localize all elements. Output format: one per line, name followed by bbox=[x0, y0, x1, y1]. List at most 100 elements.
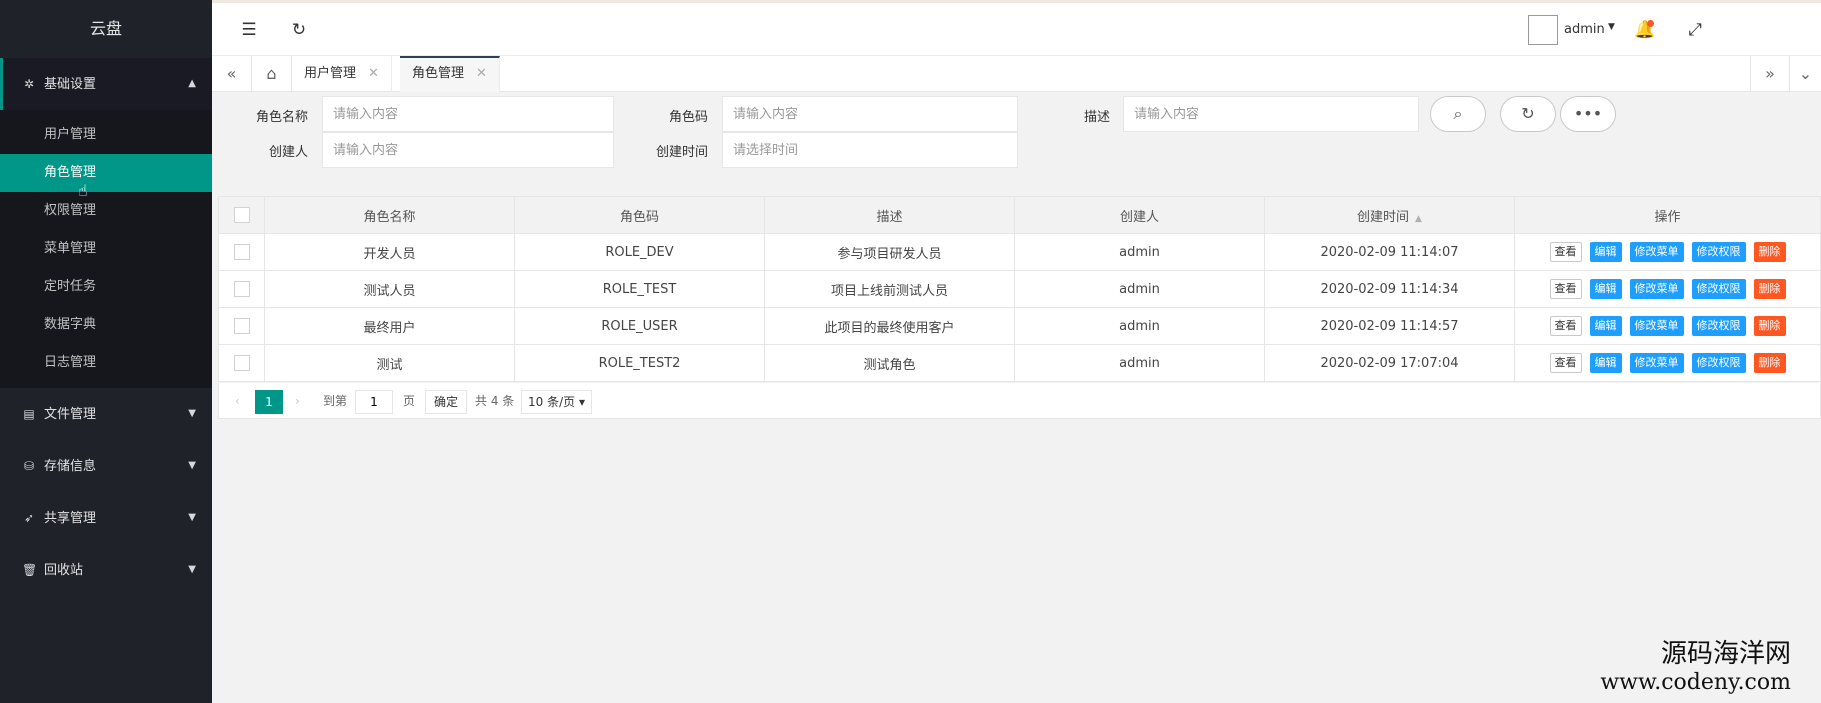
cell-creator: admin bbox=[1014, 344, 1265, 382]
edit-permission-button[interactable]: 修改权限 bbox=[1691, 316, 1746, 336]
prev-page-icon[interactable]: ‹ bbox=[235, 390, 240, 414]
row-checkbox[interactable] bbox=[233, 244, 250, 260]
edit-permission-button[interactable]: 修改权限 bbox=[1691, 242, 1746, 262]
desc-input[interactable] bbox=[1123, 96, 1419, 132]
menu-group-recycle[interactable]: 🗑 回收站 ▼ bbox=[0, 544, 212, 596]
trash-icon: 🗑 bbox=[22, 563, 38, 577]
close-icon[interactable]: ✕ bbox=[476, 66, 487, 81]
menu-group-share[interactable]: ➶ 共享管理 ▼ bbox=[0, 492, 212, 544]
edit-permission-button[interactable]: 修改权限 bbox=[1691, 353, 1746, 373]
role-name-label: 角色名称 bbox=[255, 110, 308, 125]
more-button[interactable]: ••• bbox=[1560, 96, 1616, 132]
row-checkbox-cell bbox=[218, 344, 265, 382]
close-icon[interactable]: ✕ bbox=[368, 66, 379, 81]
tabs-bar: « ⌂ 用户管理 ✕ 角色管理 ✕ » ⌄ bbox=[212, 56, 1821, 92]
tab-roles[interactable]: 角色管理 ✕ bbox=[400, 56, 500, 92]
row-checkbox-cell bbox=[218, 307, 265, 345]
cell-role-name: 测试 bbox=[264, 344, 515, 382]
cell-created-time: 2020-02-09 17:07:04 bbox=[1264, 344, 1515, 382]
chevron-down-icon[interactable]: ⌄ bbox=[1790, 56, 1821, 92]
edit-menu-button[interactable]: 修改菜单 bbox=[1629, 242, 1684, 262]
bell-icon[interactable]: 🔔 bbox=[1632, 17, 1658, 43]
sidebar-item-users[interactable]: 用户管理 bbox=[0, 116, 212, 154]
sidebar-item-dictionary[interactable]: 数据字典 bbox=[0, 306, 212, 344]
sidebar-item-logs[interactable]: 日志管理 bbox=[0, 344, 212, 382]
user-name[interactable]: admin bbox=[1564, 22, 1605, 37]
sidebar-item-scheduled-tasks[interactable]: 定时任务 bbox=[0, 268, 212, 306]
tab-label: 角色管理 bbox=[412, 66, 465, 81]
search-button[interactable]: ⌕ bbox=[1430, 96, 1486, 132]
edit-menu-button[interactable]: 修改菜单 bbox=[1629, 353, 1684, 373]
confirm-page-button[interactable]: 确定 bbox=[425, 390, 468, 414]
menu-group-storage[interactable]: ⛁ 存储信息 ▼ bbox=[0, 440, 212, 492]
watermark-url: www.codeny.com bbox=[1600, 670, 1791, 695]
col-description: 描述 bbox=[764, 196, 1015, 234]
avatar[interactable] bbox=[1528, 15, 1558, 45]
edit-button[interactable]: 编辑 bbox=[1589, 242, 1622, 262]
table-row: 测试 ROLE_TEST2 测试角色 admin 2020-02-09 17:07:04… bbox=[218, 344, 1821, 382]
cell-creator: admin bbox=[1014, 233, 1265, 271]
delete-button[interactable]: 删除 bbox=[1753, 242, 1786, 262]
cell-role-code: ROLE_USER bbox=[514, 307, 765, 345]
menu-group-files[interactable]: ▤ 文件管理 ▼ bbox=[0, 388, 212, 440]
select-all-checkbox[interactable] bbox=[233, 207, 250, 223]
page-unit-label: 页 bbox=[403, 394, 416, 408]
edit-menu-button[interactable]: 修改菜单 bbox=[1629, 316, 1684, 336]
view-button[interactable]: 查看 bbox=[1549, 242, 1582, 262]
page-1-button[interactable]: 1 bbox=[255, 390, 283, 414]
gear-icon: ✲ bbox=[23, 77, 35, 91]
goto-page-input[interactable] bbox=[355, 390, 393, 414]
view-button[interactable]: 查看 bbox=[1549, 353, 1582, 373]
edit-permission-button[interactable]: 修改权限 bbox=[1691, 279, 1746, 299]
refresh-icon: ↻ bbox=[1521, 104, 1535, 123]
sidebar-item-roles[interactable]: 角色管理 ☝ bbox=[0, 154, 212, 200]
reset-button[interactable]: ↻ bbox=[1500, 96, 1556, 132]
home-icon[interactable]: ⌂ bbox=[252, 56, 292, 92]
caret-down-icon[interactable]: ▼ bbox=[1608, 22, 1615, 32]
sidebar-item-menus[interactable]: 菜单管理 bbox=[0, 230, 212, 268]
view-button[interactable]: 查看 bbox=[1549, 279, 1582, 299]
cell-created-time: 2020-02-09 11:14:07 bbox=[1264, 233, 1515, 271]
edit-button[interactable]: 编辑 bbox=[1589, 316, 1622, 336]
storage-icon: ⛁ bbox=[23, 459, 35, 473]
next-page-icon[interactable]: › bbox=[295, 390, 300, 414]
creator-input[interactable] bbox=[322, 132, 614, 168]
search-icon: ⌕ bbox=[1453, 104, 1463, 123]
row-checkbox[interactable] bbox=[233, 355, 250, 371]
scroll-right-icon[interactable]: » bbox=[1750, 56, 1790, 92]
cell-creator: admin bbox=[1014, 270, 1265, 308]
edit-button[interactable]: 编辑 bbox=[1589, 279, 1622, 299]
col-role-code: 角色码 bbox=[514, 196, 765, 234]
table-row: 最终用户 ROLE_USER 此项目的最终使用客户 admin 2020-02-09 1… bbox=[218, 307, 1821, 345]
row-checkbox-cell bbox=[218, 233, 265, 271]
page-size-select[interactable]: 10 条/页 ▾ bbox=[521, 390, 592, 414]
share-icon: ➶ bbox=[23, 511, 35, 525]
view-button[interactable]: 查看 bbox=[1549, 316, 1582, 336]
edit-button[interactable]: 编辑 bbox=[1589, 353, 1622, 373]
sort-icon[interactable]: ▲ bbox=[1415, 214, 1422, 224]
caret-down-icon: ▼ bbox=[188, 512, 196, 523]
row-checkbox[interactable] bbox=[233, 318, 250, 334]
sidebar-item-permissions[interactable]: 权限管理 bbox=[0, 192, 212, 230]
cell-role-name: 开发人员 bbox=[264, 233, 515, 271]
cell-created-time: 2020-02-09 11:14:34 bbox=[1264, 270, 1515, 308]
role-code-input[interactable] bbox=[722, 96, 1018, 132]
refresh-icon[interactable]: ↻ bbox=[286, 17, 312, 43]
row-checkbox[interactable] bbox=[233, 281, 250, 297]
role-name-input[interactable] bbox=[322, 96, 614, 132]
desc-label: 描述 bbox=[1083, 110, 1110, 125]
fullscreen-icon[interactable]: ⤢ bbox=[1682, 17, 1708, 43]
cell-actions: 查看 编辑 修改菜单 修改权限 删除 bbox=[1514, 270, 1821, 308]
delete-button[interactable]: 删除 bbox=[1753, 279, 1786, 299]
delete-button[interactable]: 删除 bbox=[1753, 353, 1786, 373]
caret-up-icon: ▲ bbox=[188, 78, 196, 89]
menu-group-basic-settings[interactable]: ✲ 基础设置 ▲ bbox=[0, 58, 212, 110]
created-time-picker[interactable] bbox=[722, 132, 1018, 168]
collapse-sidebar-icon[interactable]: ☰ bbox=[236, 17, 262, 43]
col-created-time[interactable]: 创建时间 ▲ bbox=[1264, 196, 1515, 234]
edit-menu-button[interactable]: 修改菜单 bbox=[1629, 279, 1684, 299]
delete-button[interactable]: 删除 bbox=[1753, 316, 1786, 336]
scroll-left-icon[interactable]: « bbox=[212, 56, 252, 92]
tab-users[interactable]: 用户管理 ✕ bbox=[292, 56, 392, 92]
cell-created-time: 2020-02-09 11:14:57 bbox=[1264, 307, 1515, 345]
